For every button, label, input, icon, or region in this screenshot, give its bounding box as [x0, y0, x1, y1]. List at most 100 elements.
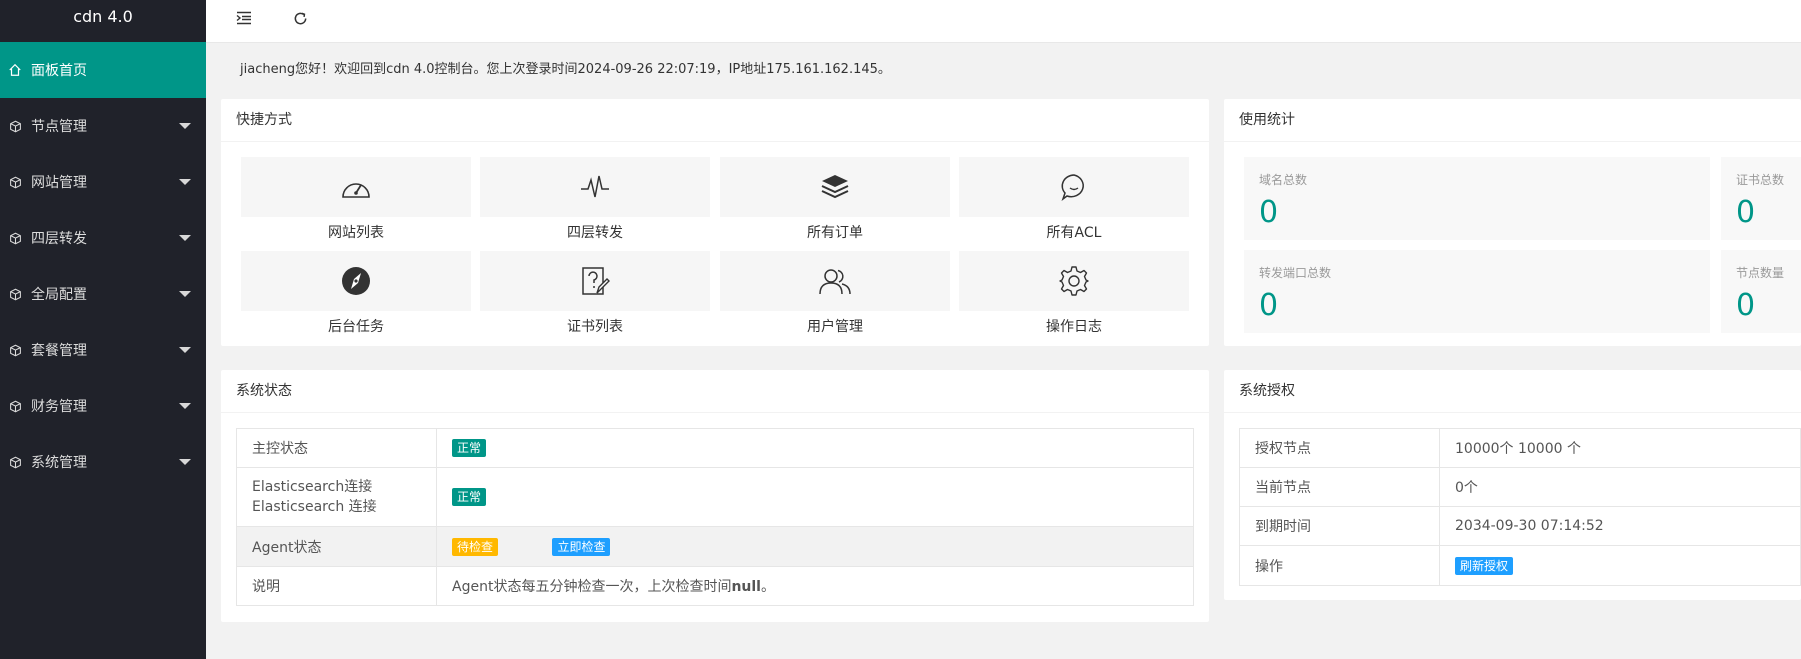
cube-icon: [7, 454, 23, 470]
row-value: 2034-09-30 07:14:52: [1439, 506, 1801, 546]
usage-stats-card: 使用统计 域名总数 0 证书总数 0 转发端口总数 0 节点数量 0: [1224, 99, 1801, 346]
table-row: 主控状态 正常: [236, 428, 1194, 468]
shortcut-all-orders[interactable]: [720, 157, 950, 217]
shortcut-website-list[interactable]: [241, 157, 471, 217]
refresh-icon: [294, 12, 306, 24]
layers-icon: [821, 175, 849, 199]
table-row: 到期时间 2034-09-30 07:14:52: [1239, 506, 1801, 546]
gear-icon: [1059, 266, 1089, 296]
sidebar-item-label: 系统管理: [31, 455, 87, 471]
table-row: Elasticsearch连接 Elasticsearch 连接 正常: [236, 467, 1194, 527]
stat-label: 域名总数: [1259, 173, 1308, 187]
stat-value: 0: [1736, 195, 1756, 230]
sidebar-item-finance[interactable]: 财务管理: [0, 378, 206, 434]
shortcuts-title: 快捷方式: [221, 99, 1209, 142]
refresh-button[interactable]: [286, 6, 314, 30]
shortcut-label: 所有订单: [807, 225, 863, 241]
cube-icon: [7, 230, 23, 246]
stat-cert-total: 证书总数 0: [1721, 157, 1801, 240]
sidebar-item-label: 节点管理: [31, 119, 87, 135]
cube-icon: [7, 342, 23, 358]
usage-stats-title: 使用统计: [1224, 99, 1801, 142]
status-badge: 正常: [452, 439, 487, 457]
license-table: 授权节点 10000个 10000 个 当前节点 0个 到期时间 2034-09…: [1239, 428, 1801, 586]
sidebar-item-l4-forward[interactable]: 四层转发: [0, 210, 206, 266]
stat-value: 0: [1736, 288, 1756, 323]
table-row: Agent状态 待检查 立即检查: [236, 526, 1194, 567]
table-row: 说明 Agent状态每五分钟检查一次，上次检查时间null。: [236, 566, 1194, 606]
stat-value: 0: [1259, 195, 1279, 230]
status-badge: 待检查: [452, 537, 499, 556]
shortcut-label: 操作日志: [1046, 319, 1102, 335]
caret-down-icon: [179, 179, 191, 185]
sidebar-item-label: 套餐管理: [31, 343, 87, 359]
caret-down-icon: [179, 347, 191, 353]
home-icon: [7, 62, 23, 78]
help-edit-icon: [582, 267, 610, 295]
indent-icon: [236, 11, 251, 25]
sidebar-item-packages[interactable]: 套餐管理: [0, 322, 206, 378]
welcome-message: jiacheng您好！欢迎回到cdn 4.0控制台。您上次登录时间2024-09…: [240, 62, 891, 77]
caret-down-icon: [179, 459, 191, 465]
row-value: 刷新授权: [1439, 545, 1801, 586]
app-logo: cdn 4.0: [73, 7, 133, 26]
shortcut-all-acl[interactable]: [959, 157, 1189, 217]
row-value: 0个: [1439, 467, 1801, 507]
license-title: 系统授权: [1224, 370, 1801, 413]
status-badge: 正常: [452, 488, 487, 506]
gauge-icon: [342, 183, 370, 198]
shortcut-label: 用户管理: [807, 319, 863, 335]
sidebar-item-label: 财务管理: [31, 399, 87, 415]
sidebar-item-global-config[interactable]: 全局配置: [0, 266, 206, 322]
stat-value: 0: [1259, 288, 1279, 323]
sidebar-item-nodes[interactable]: 节点管理: [0, 98, 206, 154]
menu-collapse-button[interactable]: [230, 6, 258, 30]
system-status-card: 系统状态 主控状态 正常 Elasticsearch连接 Elasticsear…: [221, 370, 1209, 622]
row-label: 主控状态: [236, 428, 437, 468]
shortcut-operation-log[interactable]: [959, 251, 1189, 311]
caret-down-icon: [179, 235, 191, 241]
last-check-time: null: [731, 579, 761, 595]
sidebar-item-dashboard[interactable]: 面板首页: [0, 42, 206, 98]
stat-forward-port-total: 转发端口总数 0: [1244, 250, 1710, 333]
pulse-icon: [581, 175, 609, 198]
sidebar-item-label: 网站管理: [31, 175, 87, 191]
row-value: 待检查 立即检查: [436, 526, 1194, 567]
shortcut-label: 后台任务: [328, 319, 384, 335]
stat-label: 节点数量: [1736, 266, 1785, 280]
stat-node-count: 节点数量 0: [1721, 250, 1801, 333]
cube-icon: [7, 174, 23, 190]
check-now-button[interactable]: 立即检查: [552, 537, 611, 556]
top-header: [206, 0, 1801, 43]
shortcut-background-tasks[interactable]: [241, 251, 471, 311]
shortcut-l4-forward[interactable]: [480, 157, 710, 217]
row-label: 到期时间: [1239, 506, 1440, 546]
cube-icon: [7, 118, 23, 134]
table-row: 操作 刷新授权: [1239, 545, 1801, 586]
license-card: 系统授权 授权节点 10000个 10000 个 当前节点 0个 到期时间 20…: [1224, 370, 1801, 600]
caret-down-icon: [179, 291, 191, 297]
table-row: 授权节点 10000个 10000 个: [1239, 428, 1801, 468]
stat-domain-total: 域名总数 0: [1244, 157, 1710, 240]
caret-down-icon: [179, 403, 191, 409]
note-text: Agent状态每五分钟检查一次，上次检查时间: [452, 579, 732, 595]
shortcut-certificate-list[interactable]: [480, 251, 710, 311]
cube-icon: [7, 398, 23, 414]
system-status-table: 主控状态 正常 Elasticsearch连接 Elasticsearch 连接…: [236, 428, 1194, 606]
sidebar-item-websites[interactable]: 网站管理: [0, 154, 206, 210]
stat-label: 证书总数: [1736, 173, 1785, 187]
shortcut-user-management[interactable]: [720, 251, 950, 311]
sidebar-item-system[interactable]: 系统管理: [0, 434, 206, 490]
chat-icon: [1061, 174, 1084, 202]
cube-icon: [7, 286, 23, 302]
shortcuts-card: 快捷方式 网站列表 四层转发 所有订单 所有ACL 后台任务 证书列表 用户管理…: [221, 99, 1209, 346]
sidebar-item-label: 四层转发: [31, 231, 87, 247]
table-row: 当前节点 0个: [1239, 467, 1801, 507]
refresh-license-button[interactable]: 刷新授权: [1455, 556, 1514, 575]
row-value: 正常: [436, 428, 1194, 468]
row-label: Elasticsearch连接 Elasticsearch 连接: [236, 467, 437, 527]
shortcut-label: 证书列表: [567, 319, 623, 335]
row-value: Agent状态每五分钟检查一次，上次检查时间null。: [436, 566, 1194, 606]
shortcut-label: 所有ACL: [1046, 225, 1102, 241]
sidebar-item-label: 全局配置: [31, 287, 87, 303]
